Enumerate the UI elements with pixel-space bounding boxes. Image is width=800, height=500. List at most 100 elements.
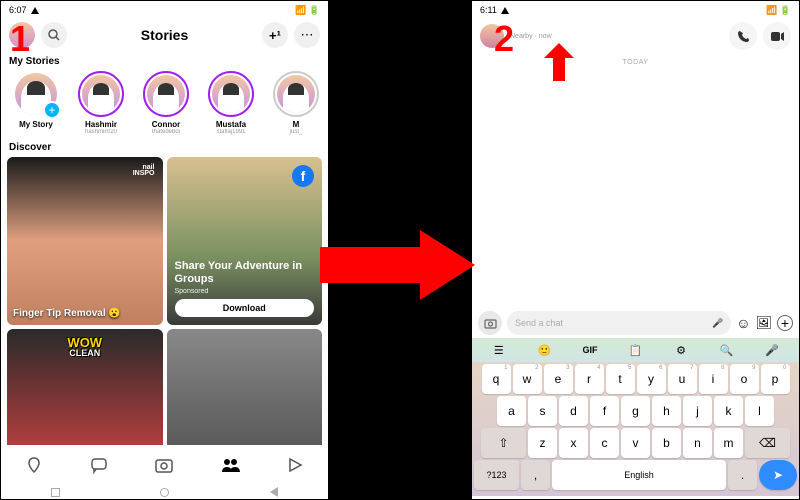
- red-up-arrow: [544, 43, 574, 81]
- chat-body[interactable]: [472, 66, 799, 308]
- step-number-1: 1: [10, 18, 30, 60]
- discover-tile-nail[interactable]: nailINSPO Finger Tip Removal 😮: [7, 157, 163, 325]
- key-j[interactable]: j: [683, 396, 712, 426]
- sys-home-icon[interactable]: [160, 488, 169, 497]
- status-right-icons: 📶 🔋: [295, 5, 320, 16]
- key-row-3: ⇧zxcvbnm⌫: [474, 428, 797, 458]
- nail-logo: nailINSPO: [133, 165, 155, 178]
- download-button[interactable]: Download: [175, 299, 315, 317]
- key-row-4: ?123 , English . ➤: [474, 460, 797, 490]
- sys-back-icon[interactable]: [270, 487, 278, 497]
- story-item[interactable]: M just_: [267, 71, 325, 135]
- status-bar: 6:11 📶 🔋: [472, 1, 799, 19]
- tb-search-icon[interactable]: 🔍: [704, 344, 750, 357]
- key-g[interactable]: g: [621, 396, 650, 426]
- keyboard: 1q2w3e4r5t6y7u8i9o0p asdfghjkl ⇧zxcvbnm⌫…: [472, 362, 799, 496]
- key-b[interactable]: b: [652, 428, 681, 458]
- key-v[interactable]: v: [621, 428, 650, 458]
- tb-menu-icon[interactable]: ☰: [476, 344, 522, 357]
- tb-emoji-icon[interactable]: 🙂: [522, 344, 568, 357]
- story-item[interactable]: Mustafa staflaj1991: [202, 71, 260, 135]
- add-friend-button[interactable]: +¹: [262, 22, 288, 48]
- key-i[interactable]: 8i: [699, 364, 728, 394]
- camera-button[interactable]: [478, 311, 502, 335]
- tile-caption: Finger Tip Removal 😮: [13, 308, 121, 319]
- key-f[interactable]: f: [590, 396, 619, 426]
- key-backspace[interactable]: ⌫: [745, 428, 790, 458]
- contact-status: Nearby · now: [510, 33, 552, 40]
- more-button[interactable]: ⋯: [294, 22, 320, 48]
- key-x[interactable]: x: [559, 428, 588, 458]
- status-right-icons: 📶 🔋: [766, 5, 791, 16]
- video-call-button[interactable]: [763, 22, 791, 50]
- nav-camera-icon[interactable]: [152, 453, 176, 477]
- nav-map-icon[interactable]: [22, 453, 46, 477]
- search-button[interactable]: [41, 22, 67, 48]
- key-comma[interactable]: ,: [521, 460, 550, 490]
- story-item[interactable]: Hashmir hashmirrr20: [72, 71, 130, 135]
- wow-logo: WOWCLEAN: [67, 337, 102, 357]
- date-divider: TODAY: [472, 59, 799, 66]
- key-u[interactable]: 7u: [668, 364, 697, 394]
- add-icon[interactable]: +: [777, 315, 793, 331]
- page-title: Stories: [141, 27, 188, 43]
- key-q[interactable]: 1q: [482, 364, 511, 394]
- key-a[interactable]: a: [497, 396, 526, 426]
- emoji-icon[interactable]: ☺: [736, 315, 750, 331]
- system-nav: [1, 485, 328, 499]
- stories-row[interactable]: + My Story Hashmir hashmirrr20 Connor th…: [1, 69, 328, 137]
- discover-tile-selfie[interactable]: [167, 329, 323, 459]
- key-d[interactable]: d: [559, 396, 588, 426]
- key-w[interactable]: 2w: [513, 364, 542, 394]
- audio-call-button[interactable]: [729, 22, 757, 50]
- key-s[interactable]: s: [528, 396, 557, 426]
- sys-recents-icon[interactable]: [51, 488, 60, 497]
- plus-icon: +: [43, 101, 61, 119]
- key-shift[interactable]: ⇧: [481, 428, 526, 458]
- stories-header: Stories +¹ ⋯: [1, 19, 328, 51]
- discover-tile-wow[interactable]: WOWCLEAN: [7, 329, 163, 459]
- phone-stories-screen: 6:07 📶 🔋 Stories +¹ ⋯ My Stories + My St…: [1, 1, 328, 499]
- gallery-icon[interactable]: 🖼: [755, 315, 772, 331]
- status-time: 6:11: [480, 5, 497, 15]
- nav-play-icon[interactable]: [283, 453, 307, 477]
- key-t[interactable]: 5t: [606, 364, 635, 394]
- discover-grid: nailINSPO Finger Tip Removal 😮 f Share Y…: [1, 155, 328, 461]
- nav-people-icon[interactable]: [218, 453, 242, 477]
- key-period[interactable]: .: [728, 460, 757, 490]
- status-icon: [31, 7, 39, 14]
- nav-chat-icon[interactable]: [87, 453, 111, 477]
- story-item-mine[interactable]: + My Story: [7, 71, 65, 135]
- status-time: 6:07: [9, 5, 27, 15]
- key-o[interactable]: 9o: [730, 364, 759, 394]
- mic-icon[interactable]: 🎤: [712, 318, 723, 329]
- tb-settings-icon[interactable]: ⚙: [658, 344, 704, 357]
- tb-gif-icon[interactable]: GIF: [567, 345, 613, 355]
- key-send[interactable]: ➤: [759, 460, 797, 490]
- key-y[interactable]: 6y: [637, 364, 666, 394]
- key-z[interactable]: z: [528, 428, 557, 458]
- key-e[interactable]: 3e: [544, 364, 573, 394]
- key-sym[interactable]: ?123: [474, 460, 519, 490]
- key-k[interactable]: k: [714, 396, 743, 426]
- tb-mic-icon[interactable]: 🎤: [749, 344, 795, 357]
- key-h[interactable]: h: [652, 396, 681, 426]
- key-n[interactable]: n: [683, 428, 712, 458]
- discover-tile-ad[interactable]: f Share Your Adventure in Groups Sponsor…: [167, 157, 323, 325]
- key-r[interactable]: 4r: [575, 364, 604, 394]
- key-m[interactable]: m: [714, 428, 743, 458]
- key-space[interactable]: English: [552, 460, 726, 490]
- chat-text-input[interactable]: Send a chat 🎤: [507, 311, 731, 335]
- step-number-2: 2: [494, 18, 514, 60]
- tb-clipboard-icon[interactable]: 📋: [613, 344, 659, 357]
- key-c[interactable]: c: [590, 428, 619, 458]
- ad-sponsored: Sponsored: [175, 288, 315, 295]
- facebook-icon: f: [292, 165, 314, 187]
- key-l[interactable]: l: [745, 396, 774, 426]
- key-row-1: 1q2w3e4r5t6y7u8i9o0p: [474, 364, 797, 394]
- key-p[interactable]: 0p: [761, 364, 790, 394]
- my-stories-heading: My Stories: [1, 51, 328, 69]
- story-item[interactable]: Connor thatedeboi: [137, 71, 195, 135]
- key-row-2: asdfghjkl: [474, 396, 797, 426]
- chat-header: Nearby · now: [472, 19, 799, 53]
